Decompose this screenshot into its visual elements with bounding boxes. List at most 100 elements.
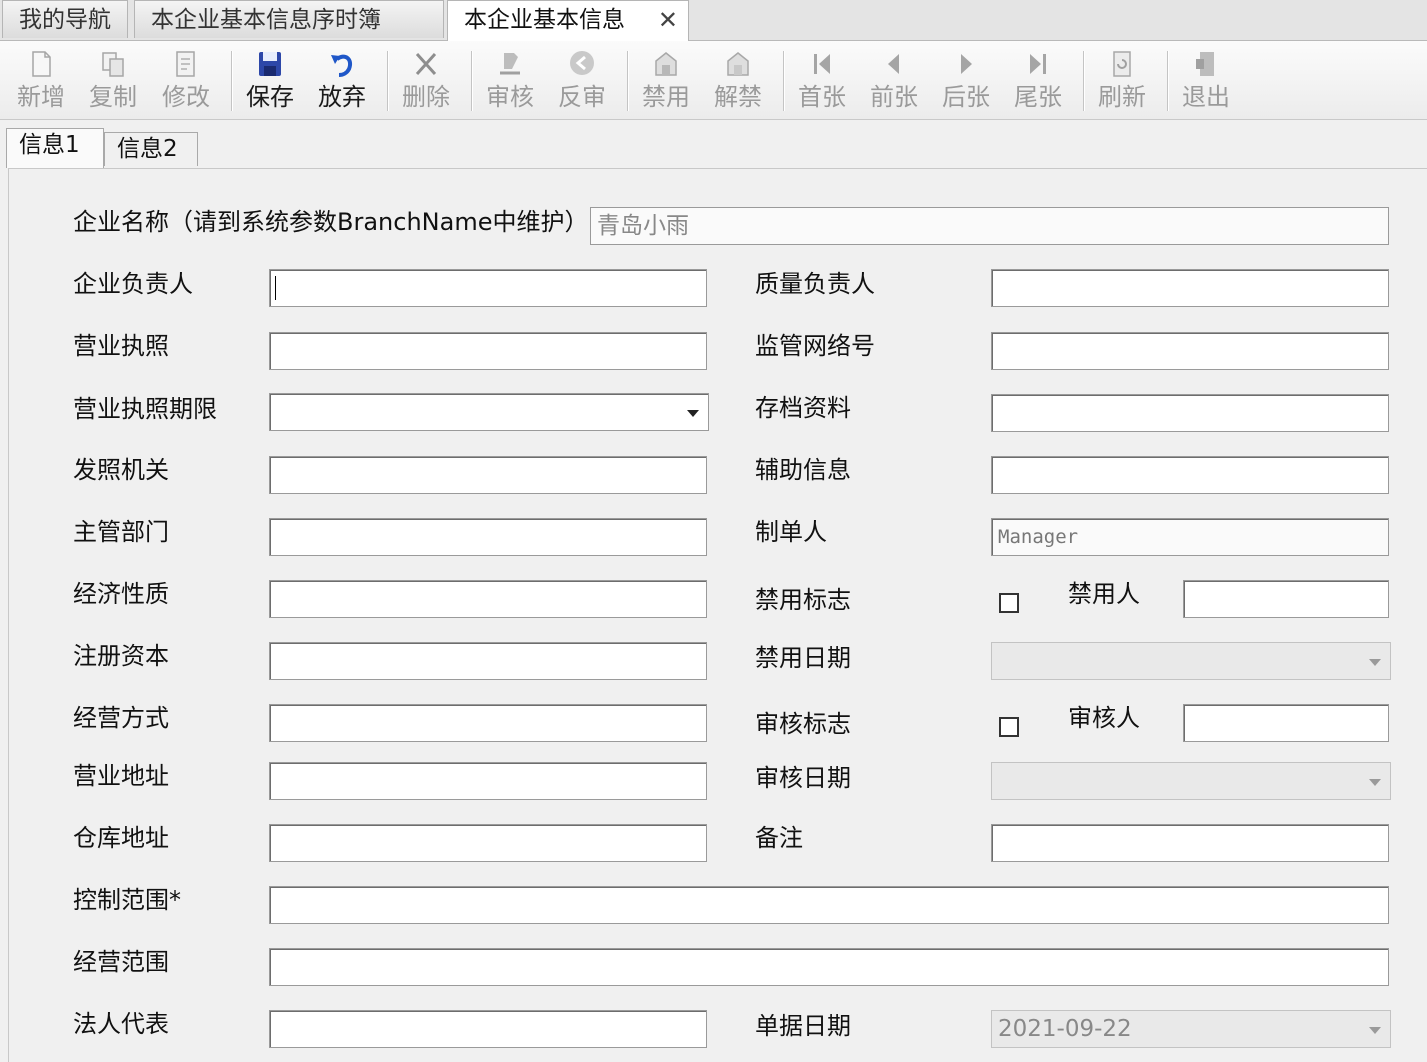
business-scope-label: 经营范围	[73, 948, 169, 976]
edit-button[interactable]: 修改	[155, 45, 217, 115]
new-document-icon	[32, 51, 51, 77]
next-record-label: 后张	[942, 83, 990, 111]
last-record-button[interactable]: 尾张	[1007, 45, 1069, 115]
tab-info-2[interactable]: 信息2	[104, 132, 198, 166]
economic-nature-input[interactable]	[269, 580, 707, 618]
copy-label: 复制	[89, 83, 137, 111]
inner-tab-bar: 信息1 信息2	[0, 124, 1427, 168]
toolbar: 新增 复制 修改 保存 放弃 删除 审核 反审 禁用 解禁 首张 前张 后张 尾…	[0, 41, 1427, 120]
audited-by-input[interactable]	[1183, 704, 1389, 742]
exit-button[interactable]: 退出	[1175, 45, 1237, 115]
disable-label: 禁用	[642, 83, 690, 111]
creator-field[interactable]: Manager	[991, 518, 1389, 556]
business-license-label: 营业执照	[73, 332, 169, 360]
save-label: 保存	[246, 83, 294, 111]
copy-icon	[102, 52, 124, 77]
quality-lead-input[interactable]	[991, 269, 1389, 307]
aux-info-label: 辅助信息	[755, 456, 851, 484]
tab-my-navigation[interactable]: 我的导航	[2, 0, 128, 38]
exit-door-icon	[1196, 52, 1214, 76]
doc-date-dropdown[interactable]: 2021-09-22	[991, 1010, 1391, 1048]
unaudit-button[interactable]: 反审	[551, 45, 613, 115]
refresh-button[interactable]: 刷新	[1091, 45, 1153, 115]
tab-label: 本企业基本信息序时簿	[151, 7, 381, 33]
archive-label: 存档资料	[755, 394, 851, 422]
edit-label: 修改	[162, 83, 210, 111]
floppy-disk-icon	[259, 52, 281, 76]
audit-date-dropdown[interactable]	[991, 762, 1391, 800]
tab-company-info-journal[interactable]: 本企业基本信息序时簿	[134, 0, 444, 38]
issuing-authority-input[interactable]	[269, 456, 707, 494]
audit-flag-label: 审核标志	[755, 710, 851, 738]
first-record-label: 首张	[798, 83, 846, 111]
disable-flag-label: 禁用标志	[755, 586, 851, 614]
supervising-dept-input[interactable]	[269, 518, 707, 556]
business-scope-input[interactable]	[269, 948, 1389, 986]
registered-capital-input[interactable]	[269, 642, 707, 680]
document-tab-bar: 我的导航 本企业基本信息序时簿 本企业基本信息 ✕	[0, 0, 1427, 41]
audit-label: 审核	[486, 83, 534, 111]
previous-record-button[interactable]: 前张	[863, 45, 925, 115]
delete-x-icon	[415, 52, 437, 76]
economic-nature-label: 经济性质	[73, 580, 169, 608]
tab-info-1[interactable]: 信息1	[6, 128, 104, 168]
disabled-by-input[interactable]	[1183, 580, 1389, 618]
chevron-down-icon[interactable]	[1369, 1027, 1381, 1034]
delete-button[interactable]: 删除	[395, 45, 457, 115]
new-button[interactable]: 新增	[10, 45, 72, 115]
disable-button[interactable]: 禁用	[635, 45, 697, 115]
remark-input[interactable]	[991, 824, 1389, 862]
last-record-icon	[1030, 54, 1046, 74]
legal-rep-label: 法人代表	[73, 1010, 169, 1038]
previous-arrow-icon	[888, 54, 899, 74]
legal-rep-input[interactable]	[269, 1010, 707, 1048]
audit-button[interactable]: 审核	[479, 45, 541, 115]
warehouse-address-input[interactable]	[269, 824, 707, 862]
audit-stamp-icon	[500, 53, 520, 75]
disable-flag-checkbox[interactable]	[999, 593, 1019, 613]
chevron-down-icon[interactable]	[1369, 659, 1381, 666]
license-term-dropdown[interactable]	[269, 393, 709, 431]
chevron-down-icon[interactable]	[687, 410, 699, 417]
audit-flag-checkbox[interactable]	[999, 717, 1019, 737]
next-record-button[interactable]: 后张	[935, 45, 997, 115]
archive-input[interactable]	[991, 394, 1389, 432]
network-no-label: 监管网络号	[755, 332, 875, 360]
tab-company-info[interactable]: 本企业基本信息 ✕	[447, 0, 689, 41]
issuing-authority-label: 发照机关	[73, 456, 169, 484]
registered-capital-label: 注册资本	[73, 642, 169, 670]
control-scope-label: 控制范围*	[73, 886, 181, 914]
enable-button[interactable]: 解禁	[707, 45, 769, 115]
business-address-label: 营业地址	[73, 762, 169, 790]
business-license-input[interactable]	[269, 332, 707, 370]
previous-record-label: 前张	[870, 83, 918, 111]
chevron-down-icon[interactable]	[1369, 779, 1381, 786]
control-scope-input[interactable]	[269, 886, 1389, 924]
company-head-input[interactable]	[269, 269, 707, 307]
aux-info-input[interactable]	[991, 456, 1389, 494]
supervising-dept-label: 主管部门	[73, 518, 169, 546]
audit-date-label: 审核日期	[755, 764, 851, 792]
save-button[interactable]: 保存	[239, 45, 301, 115]
creator-value: Manager	[998, 526, 1079, 548]
tab-label: 信息2	[117, 136, 178, 162]
discard-label: 放弃	[318, 83, 366, 111]
form-panel: 企业名称（请到系统参数BranchName中维护） 青岛小雨 企业负责人 营业执…	[8, 168, 1427, 1062]
enable-label: 解禁	[714, 83, 762, 111]
refresh-label: 刷新	[1098, 83, 1146, 111]
company-name-field[interactable]: 青岛小雨	[590, 207, 1389, 245]
close-icon[interactable]: ✕	[658, 1, 678, 39]
business-mode-input[interactable]	[269, 704, 707, 742]
disabled-by-label: 禁用人	[1068, 580, 1140, 608]
network-no-input[interactable]	[991, 332, 1389, 370]
first-record-button[interactable]: 首张	[791, 45, 853, 115]
first-record-icon	[814, 54, 830, 74]
business-address-input[interactable]	[269, 762, 707, 800]
company-head-label: 企业负责人	[73, 270, 193, 298]
undo-icon	[331, 54, 352, 77]
discard-button[interactable]: 放弃	[311, 45, 373, 115]
company-name-label: 企业名称（请到系统参数BranchName中维护）	[73, 208, 589, 236]
tab-label: 我的导航	[19, 7, 111, 33]
copy-button[interactable]: 复制	[82, 45, 144, 115]
disable-date-dropdown[interactable]	[991, 642, 1391, 680]
